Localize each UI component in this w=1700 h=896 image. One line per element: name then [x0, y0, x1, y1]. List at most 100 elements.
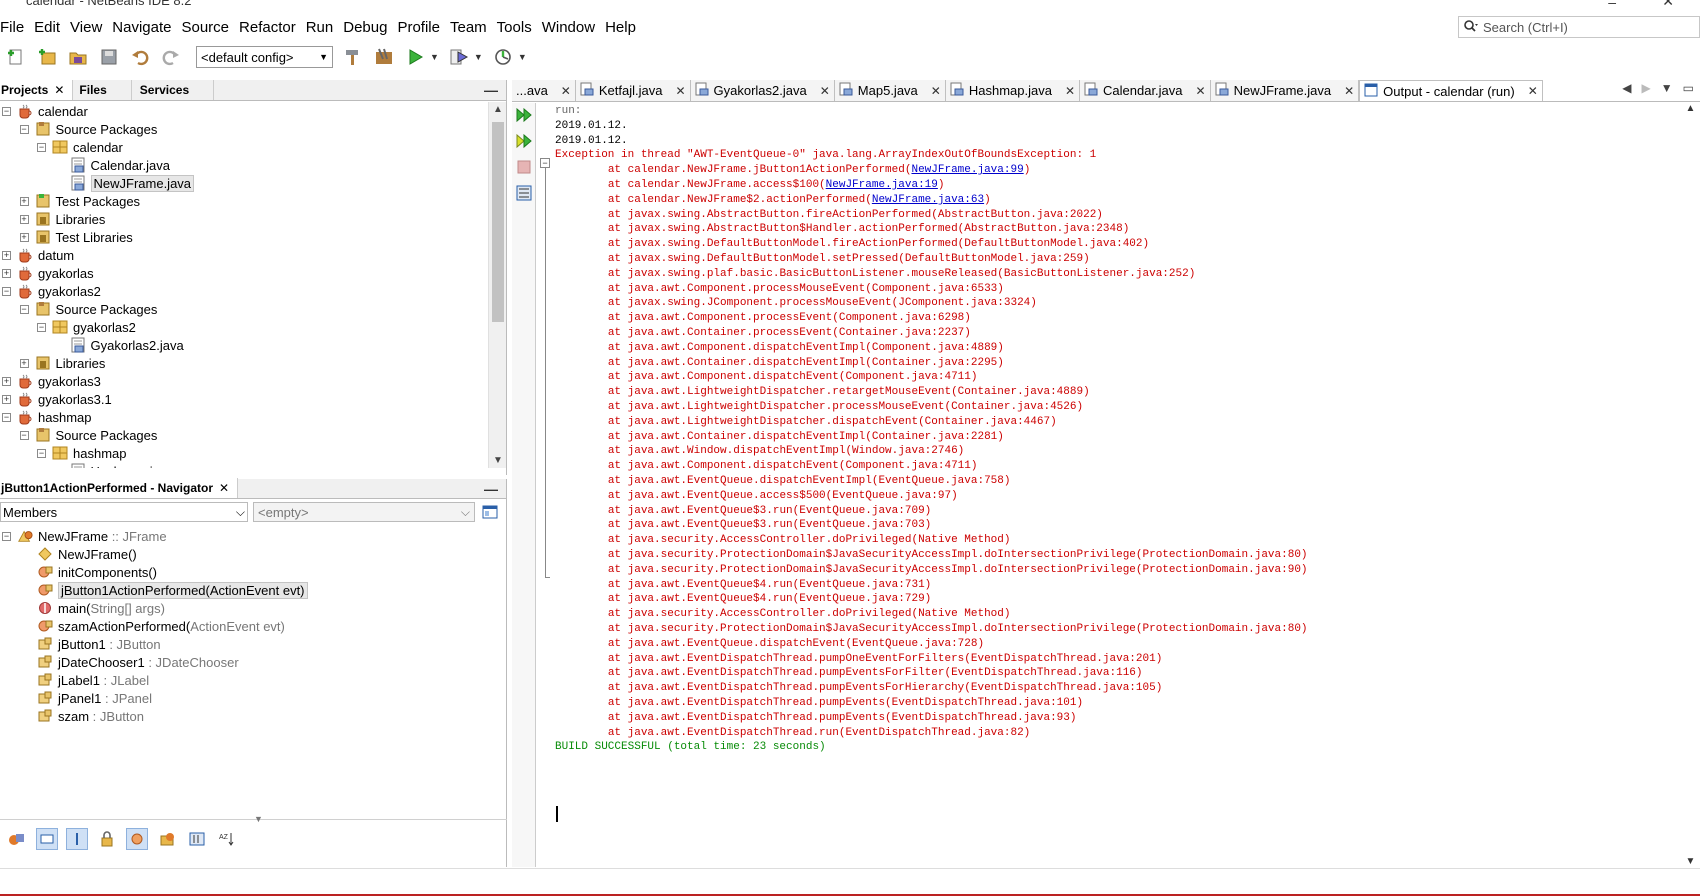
collapse-icon[interactable]: − — [2, 412, 11, 422]
show-inherited-button[interactable] — [6, 828, 28, 850]
redo-button[interactable] — [159, 45, 183, 69]
members-select[interactable]: Members ⌵ — [0, 502, 248, 522]
debug-dropdown-icon[interactable]: ▼ — [474, 52, 483, 62]
new-file-button[interactable] — [4, 45, 28, 69]
stop-button[interactable] — [514, 157, 534, 177]
show-static-button[interactable] — [66, 828, 88, 850]
navigator-member[interactable]: jLabel1 : JLabel — [0, 671, 507, 689]
maximize-window-icon[interactable]: ▭ — [1683, 81, 1694, 95]
stacktrace-link[interactable]: NewJFrame.java:19 — [826, 179, 938, 191]
tree-node[interactable]: − hashmap — [0, 444, 486, 462]
close-tab-icon[interactable]: ✕ — [820, 84, 830, 98]
tree-node[interactable]: + Test Packages — [0, 192, 486, 210]
tree-node[interactable]: Hashmap.java — [0, 462, 486, 468]
tab-services[interactable]: Services — [132, 80, 215, 100]
minimize-panel-button[interactable]: — — [484, 481, 498, 497]
menu-window[interactable]: Window — [537, 19, 600, 36]
navigator-member[interactable]: − NewJFrame :: JFrame — [0, 527, 507, 545]
minimize-button[interactable]: – — [1608, 0, 1616, 10]
filter-select[interactable]: <empty> ⌵ — [253, 502, 475, 522]
output-window[interactable]: − run: 2019.01.12. 2019.01.12. Exception in… — [537, 103, 1679, 867]
navigator-member[interactable]: jButton1 : JButton — [0, 635, 507, 653]
editor-tab[interactable]: NewJFrame.java ✕ — [1210, 80, 1360, 101]
navigator-member[interactable]: jPanel1 : JPanel — [0, 689, 507, 707]
tree-node[interactable]: + gyakorlas — [0, 264, 486, 282]
menu-run[interactable]: Run — [301, 19, 339, 36]
menu-help[interactable]: Help — [600, 19, 641, 36]
new-project-button[interactable] — [35, 45, 59, 69]
editor-tab[interactable]: Ketfajl.java ✕ — [575, 80, 691, 101]
collapse-icon[interactable]: − — [19, 304, 29, 314]
navigator-member[interactable]: jButton1ActionPerformed(ActionEvent evt) — [0, 581, 507, 599]
tree-node[interactable]: − Source Packages — [0, 300, 486, 318]
navigator-member[interactable]: main(String[] args) — [0, 599, 507, 617]
tree-node[interactable]: + datum — [0, 246, 486, 264]
menu-refactor[interactable]: Refactor — [234, 19, 301, 36]
navigator-member[interactable]: initComponents() — [0, 563, 507, 581]
expand-icon[interactable]: + — [19, 196, 29, 206]
output-scrollbar[interactable]: ▲ ▼ — [1681, 103, 1700, 867]
editor-tab[interactable]: Hashmap.java ✕ — [945, 80, 1081, 101]
editor-tab[interactable]: ...ava ✕ — [512, 80, 576, 101]
close-icon[interactable]: ✕ — [219, 481, 229, 495]
menu-file[interactable]: File — [0, 19, 29, 36]
close-window-button[interactable]: ✕ — [1662, 0, 1674, 10]
hide-non-public-button[interactable] — [96, 828, 118, 850]
open-project-button[interactable] — [66, 45, 90, 69]
tree-node[interactable]: Gyakorlas2.java — [0, 336, 486, 354]
expand-icon[interactable]: + — [19, 214, 29, 224]
fold-toggle-icon[interactable]: − — [540, 158, 550, 168]
menu-navigate[interactable]: Navigate — [107, 19, 176, 36]
undo-button[interactable] — [128, 45, 152, 69]
editor-tab[interactable]: Gyakorlas2.java ✕ — [690, 80, 835, 101]
chevron-down-icon[interactable]: ▼ — [254, 814, 263, 824]
editor-tab[interactable]: Calendar.java ✕ — [1080, 80, 1211, 101]
show-fields-button[interactable] — [36, 828, 58, 850]
collapse-icon[interactable]: − — [37, 448, 46, 458]
expand-icon[interactable]: + — [19, 358, 29, 368]
tree-node[interactable]: + gyakorlas3.1 — [0, 390, 486, 408]
collapse-icon[interactable]: − — [2, 531, 11, 541]
tab-navigator[interactable]: jButton1ActionPerformed - Navigator ✕ — [0, 478, 239, 498]
menu-view[interactable]: View — [65, 19, 107, 36]
profile-dropdown-icon[interactable]: ▼ — [518, 52, 527, 62]
show-private-button[interactable] — [126, 828, 148, 850]
menu-edit[interactable]: Edit — [29, 19, 65, 36]
tree-node[interactable]: NewJFrame.java — [0, 174, 486, 192]
close-tab-icon[interactable]: ✕ — [1528, 84, 1538, 98]
tree-node[interactable]: + Test Libraries — [0, 228, 486, 246]
collapse-icon[interactable]: − — [37, 142, 46, 152]
expand-icon[interactable]: + — [2, 250, 11, 260]
stacktrace-link[interactable]: NewJFrame.java:99 — [911, 164, 1023, 176]
scroll-up-icon[interactable]: ▲ — [489, 104, 507, 115]
tree-node[interactable]: Calendar.java — [0, 156, 486, 174]
sort-alphabetically-button[interactable]: AZ — [216, 828, 238, 850]
show-opened-documents-icon[interactable]: ▼ — [1661, 81, 1673, 95]
collapse-icon[interactable]: − — [19, 430, 29, 440]
project-tree-scrollbar[interactable]: ▲ ▼ — [488, 102, 506, 468]
close-tab-icon[interactable]: ✕ — [1065, 84, 1075, 98]
editor-tab[interactable]: Output - calendar (run) ✕ — [1359, 80, 1543, 101]
minimize-panel-button[interactable]: — — [484, 82, 498, 98]
scroll-up-icon[interactable]: ▲ — [1681, 103, 1700, 114]
close-tab-icon[interactable]: ✕ — [675, 84, 685, 98]
collapse-icon[interactable]: − — [2, 106, 11, 116]
collapse-icon[interactable]: − — [2, 286, 11, 296]
expand-icon[interactable]: + — [2, 376, 11, 386]
save-all-button[interactable] — [97, 45, 121, 69]
scroll-down-icon[interactable]: ▼ — [489, 455, 507, 466]
run-dropdown-icon[interactable]: ▼ — [430, 52, 439, 62]
profile-project-button[interactable] — [491, 45, 515, 69]
tree-node[interactable]: − Source Packages — [0, 426, 486, 444]
close-tab-icon[interactable]: ✕ — [931, 84, 941, 98]
close-tab-icon[interactable]: ✕ — [561, 84, 571, 98]
close-tab-icon[interactable]: ✕ — [1344, 84, 1354, 98]
menu-debug[interactable]: Debug — [338, 19, 392, 36]
scroll-thumb[interactable] — [492, 122, 504, 322]
menu-source[interactable]: Source — [176, 19, 234, 36]
debug-project-button[interactable] — [447, 45, 471, 69]
menu-team[interactable]: Team — [445, 19, 492, 36]
tree-node[interactable]: + Libraries — [0, 210, 486, 228]
navigator-member[interactable]: NewJFrame() — [0, 545, 507, 563]
clean-build-button[interactable] — [372, 45, 396, 69]
